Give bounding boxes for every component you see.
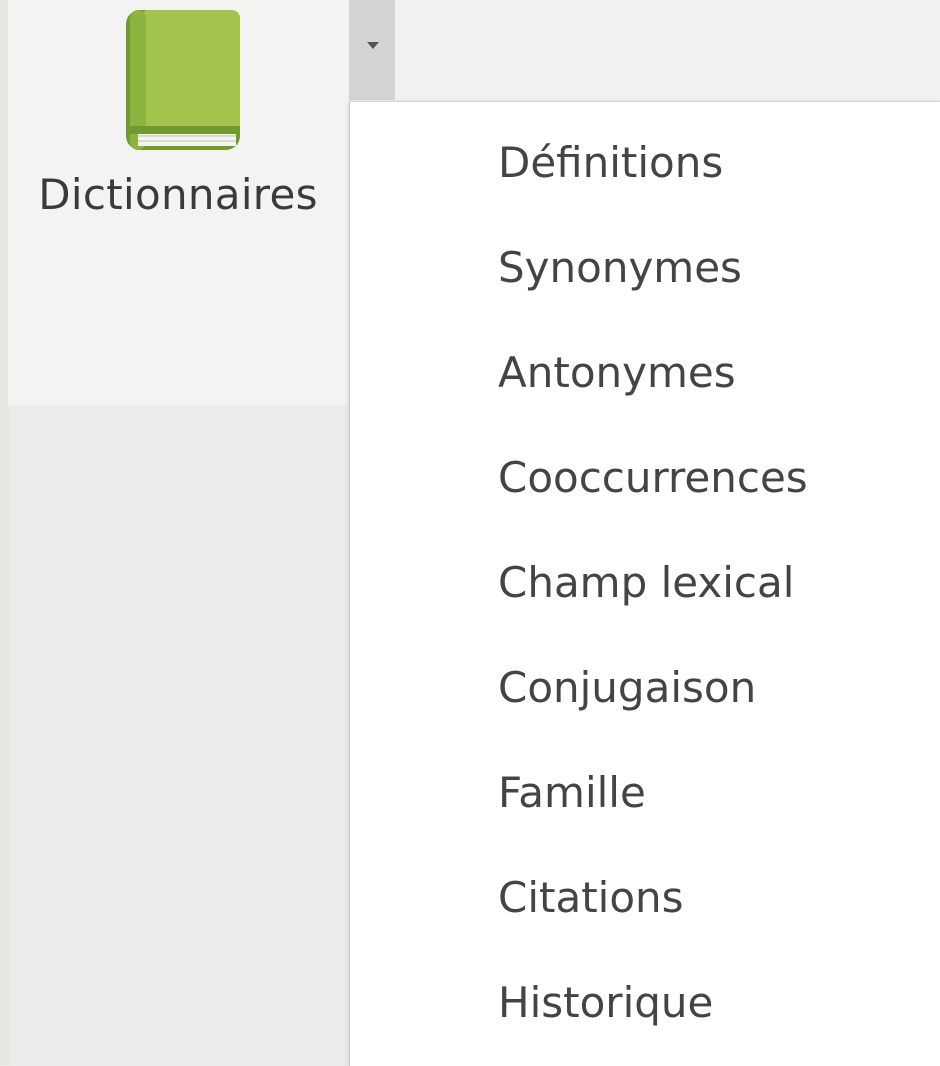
dictionnaires-dropdown-button[interactable]	[349, 0, 395, 100]
menu-item-label: Synonymes	[498, 243, 742, 292]
menu-item-label: Citations	[498, 873, 684, 922]
menu-item-conjugaison[interactable]: Conjugaison	[350, 637, 940, 742]
menu-item-citations[interactable]: Citations	[350, 847, 940, 952]
menu-item-label: Cooccurrences	[498, 453, 808, 502]
menu-item-label: Famille	[498, 768, 646, 817]
menu-item-label: Conjugaison	[498, 663, 757, 712]
menu-item-label: Définitions	[498, 138, 724, 187]
menu-item-antonymes[interactable]: Antonymes	[350, 322, 940, 427]
chevron-down-icon	[367, 42, 379, 49]
book-icon	[126, 10, 240, 150]
menu-item-cooccurrences[interactable]: Cooccurrences	[350, 427, 940, 532]
dictionnaires-menu: Définitions Synonymes Antonymes Cooccurr…	[349, 101, 940, 1066]
menu-item-label: Champ lexical	[498, 558, 795, 607]
dictionnaires-label: Dictionnaires	[38, 170, 318, 219]
menu-item-label: Historique	[498, 978, 714, 1027]
menu-item-champ-lexical[interactable]: Champ lexical	[350, 532, 940, 637]
menu-item-historique[interactable]: Historique	[350, 952, 940, 1057]
menu-item-definitions[interactable]: Définitions	[350, 112, 940, 217]
menu-item-famille[interactable]: Famille	[350, 742, 940, 847]
menu-item-label: Antonymes	[498, 348, 736, 397]
menu-item-synonymes[interactable]: Synonymes	[350, 217, 940, 322]
